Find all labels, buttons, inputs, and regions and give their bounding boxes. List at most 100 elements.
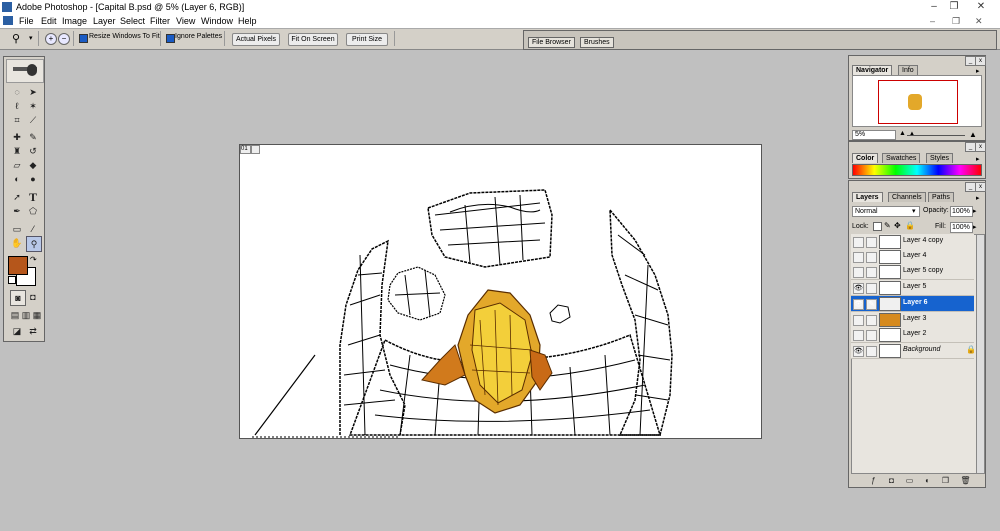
opacity-arrow-icon[interactable]: ▸ bbox=[973, 207, 977, 215]
navigator-thumbnail[interactable] bbox=[852, 75, 982, 127]
layer-row[interactable]: Layer 4 copy bbox=[851, 234, 974, 250]
tab-navigator[interactable]: Navigator bbox=[852, 65, 893, 75]
foreground-color-swatch[interactable] bbox=[8, 256, 28, 275]
fit-on-screen-button[interactable]: Fit On Screen bbox=[288, 33, 338, 46]
menu-view[interactable]: View bbox=[176, 16, 195, 26]
close-palette-button[interactable]: x bbox=[975, 142, 986, 152]
layer-row-selected[interactable]: 👁 ✎ Layer 6 bbox=[851, 296, 974, 312]
resize-windows-checkbox[interactable] bbox=[79, 34, 88, 43]
palette-menu-icon[interactable]: ▸ bbox=[976, 194, 980, 202]
standard-mode-icon[interactable]: ◙ bbox=[10, 290, 26, 306]
doc-close-button[interactable]: ✕ bbox=[975, 16, 983, 27]
close-button[interactable]: ✕ bbox=[971, 1, 991, 13]
document-menu-icon[interactable] bbox=[3, 16, 13, 25]
crop-tool-icon[interactable]: ⌗ bbox=[10, 113, 24, 127]
fill-field[interactable]: 100% bbox=[950, 222, 973, 233]
doc-restore-button[interactable]: ❐ bbox=[952, 16, 960, 27]
zoom-out-icon[interactable]: − bbox=[58, 33, 70, 45]
marquee-tool-icon[interactable]: ◌ bbox=[10, 85, 24, 99]
paint-bucket-tool-icon[interactable]: ◆ bbox=[26, 158, 40, 172]
hand-tool-icon[interactable]: ✋ bbox=[10, 236, 24, 250]
zoom-slider-track[interactable] bbox=[907, 135, 965, 136]
menu-help[interactable]: Help bbox=[238, 16, 257, 26]
custom-shape-tool-icon[interactable]: ⬠ bbox=[26, 204, 40, 218]
layer-row[interactable]: Layer 5 copy bbox=[851, 264, 974, 280]
close-palette-button[interactable]: x bbox=[975, 182, 986, 192]
new-layer-icon[interactable]: ❐ bbox=[940, 476, 951, 485]
print-size-button[interactable]: Print Size bbox=[346, 33, 388, 46]
zoom-out-icon[interactable]: ▲ bbox=[899, 130, 906, 137]
move-tool-icon[interactable]: ➤ bbox=[26, 85, 40, 99]
eye-icon[interactable]: 👁 bbox=[853, 346, 864, 357]
history-brush-tool-icon[interactable]: ↺ bbox=[26, 144, 40, 158]
zoom-percent-field[interactable]: 5% bbox=[852, 130, 896, 140]
doc-minimize-button[interactable]: – bbox=[930, 16, 935, 26]
brush-tool-icon[interactable]: ✎ bbox=[26, 130, 40, 144]
slice-tool-icon[interactable]: ⟋ bbox=[26, 113, 40, 127]
layer-style-icon[interactable]: ƒ bbox=[868, 476, 879, 485]
layer-row[interactable]: Layer 3 bbox=[851, 312, 974, 328]
lock-move-icon[interactable]: ✥ bbox=[894, 221, 901, 230]
visibility-toggle[interactable] bbox=[853, 330, 864, 341]
document-canvas[interactable]: 01 bbox=[239, 144, 762, 439]
link-toggle[interactable] bbox=[866, 237, 877, 248]
eye-icon[interactable]: 👁 bbox=[853, 283, 864, 294]
dodge-tool-icon[interactable]: ● bbox=[26, 172, 40, 186]
eraser-tool-icon[interactable]: ▱ bbox=[10, 158, 24, 172]
pen-tool-icon[interactable]: ✒ bbox=[10, 204, 24, 218]
layer-row[interactable]: 👁 Background 🔒 bbox=[851, 343, 976, 359]
tab-paths[interactable]: Paths bbox=[928, 192, 954, 202]
eyedropper-tool-icon[interactable]: ⁄ bbox=[26, 222, 40, 236]
lock-all-icon[interactable]: 🔒 bbox=[905, 221, 915, 230]
eye-icon[interactable]: 👁 bbox=[853, 299, 864, 310]
layer-row[interactable]: Layer 2 bbox=[851, 327, 974, 343]
menu-file[interactable]: File bbox=[19, 16, 34, 26]
link-toggle[interactable] bbox=[866, 267, 877, 278]
adjustment-layer-icon[interactable]: ◐ bbox=[922, 476, 933, 485]
tab-swatches[interactable]: Swatches bbox=[882, 153, 921, 163]
palette-menu-icon[interactable]: ▸ bbox=[976, 155, 980, 163]
image-ready-icon[interactable]: ◪ bbox=[10, 324, 24, 338]
chevron-down-icon[interactable]: ▾ bbox=[29, 34, 33, 42]
zoom-slider-thumb[interactable]: ▲ bbox=[909, 131, 915, 137]
close-palette-button[interactable]: x bbox=[975, 56, 986, 66]
path-selection-tool-icon[interactable]: ➚ bbox=[10, 190, 24, 204]
zoom-in-icon[interactable]: + bbox=[45, 33, 57, 45]
menu-image[interactable]: Image bbox=[62, 16, 87, 26]
zoom-tool-preset-icon[interactable]: ⚲ bbox=[12, 32, 20, 45]
link-toggle[interactable] bbox=[866, 330, 877, 341]
jump-to-imageready-icon[interactable]: ⇄ bbox=[26, 324, 40, 338]
swap-colors-icon[interactable]: ↷ bbox=[30, 255, 37, 264]
quick-mask-mode-icon[interactable]: ◘ bbox=[26, 290, 40, 304]
brush-icon[interactable]: ✎ bbox=[866, 299, 877, 310]
clone-stamp-tool-icon[interactable]: ♜ bbox=[10, 144, 24, 158]
link-toggle[interactable] bbox=[866, 252, 877, 263]
color-ramp[interactable] bbox=[852, 164, 982, 176]
trash-icon[interactable]: 🗑 bbox=[960, 476, 971, 485]
visibility-toggle[interactable] bbox=[853, 267, 864, 278]
layer-row[interactable]: 👁 Layer 5 bbox=[851, 280, 974, 296]
full-screen-mode-icon[interactable]: ▦ bbox=[30, 308, 44, 322]
lock-transparency-icon[interactable] bbox=[873, 222, 882, 231]
link-toggle[interactable] bbox=[866, 315, 877, 326]
blend-mode-select[interactable]: Normal bbox=[852, 206, 920, 217]
restore-button[interactable]: ❐ bbox=[944, 1, 964, 13]
zoom-tool-icon[interactable]: ⚲ bbox=[26, 236, 42, 252]
chevron-down-icon[interactable]: ▾ bbox=[912, 207, 916, 215]
notes-tool-icon[interactable]: ▭ bbox=[10, 222, 24, 236]
fill-arrow-icon[interactable]: ▸ bbox=[973, 223, 977, 231]
default-colors-icon[interactable] bbox=[8, 276, 16, 284]
visibility-toggle[interactable] bbox=[853, 237, 864, 248]
layer-set-icon[interactable]: ▭ bbox=[904, 476, 915, 485]
lasso-tool-icon[interactable]: ℓ bbox=[10, 99, 24, 113]
menu-edit[interactable]: Edit bbox=[41, 16, 57, 26]
tab-styles[interactable]: Styles bbox=[926, 153, 954, 163]
layers-scrollbar[interactable] bbox=[976, 234, 985, 474]
menu-window[interactable]: Window bbox=[201, 16, 233, 26]
brushes-tab[interactable]: Brushes bbox=[580, 37, 614, 48]
blur-tool-icon[interactable]: ◐ bbox=[10, 172, 24, 186]
menu-filter[interactable]: Filter bbox=[150, 16, 170, 26]
layer-mask-icon[interactable]: ◘ bbox=[886, 476, 897, 485]
type-tool-icon[interactable]: T bbox=[26, 190, 40, 204]
actual-pixels-button[interactable]: Actual Pixels bbox=[232, 33, 280, 46]
